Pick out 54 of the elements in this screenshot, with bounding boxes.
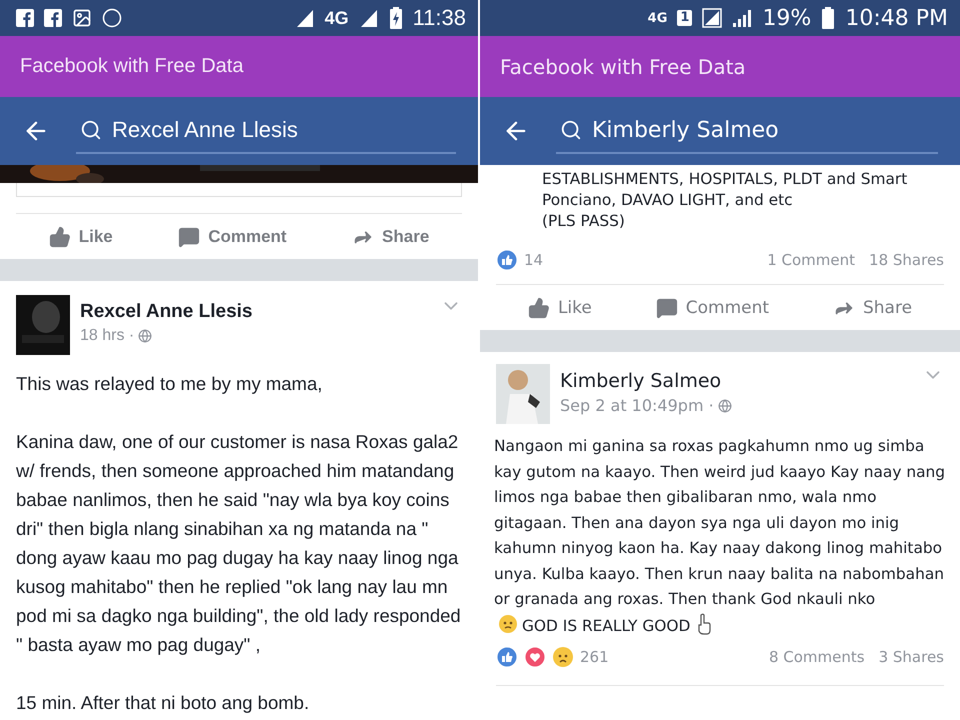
app-banner-title: Facebook with Free Data	[20, 55, 244, 78]
signal-icon	[358, 8, 379, 28]
like-reaction-icon	[496, 646, 518, 668]
battery-icon	[821, 7, 836, 29]
emoji-face-icon	[498, 614, 518, 634]
author-name[interactable]: Kimberly Salmeo	[560, 370, 912, 392]
pointing-hand-icon	[696, 612, 712, 634]
signal-icon	[294, 8, 315, 28]
comment-button[interactable]: Comment	[170, 222, 295, 252]
author-name[interactable]: Rexcel Anne Llesis	[80, 301, 430, 323]
comment-count[interactable]: 1 Comment	[767, 251, 856, 269]
speech-bubble-icon	[178, 226, 200, 248]
network-type: 4G	[648, 10, 668, 26]
clock: 11:38	[412, 5, 466, 31]
sim-indicator: 1	[677, 10, 692, 26]
image-icon	[72, 8, 92, 28]
f-square-icon	[16, 9, 34, 27]
share-button[interactable]: Share	[344, 222, 438, 252]
share-count[interactable]: 3 Shares	[878, 648, 944, 666]
share-button[interactable]: Share	[824, 292, 920, 322]
post-text: Kanina daw, one of our customer is nasa Roxas gala2 w/ frends, then someone approached him matandang babae nanlimos, then he said "nay wla bya koy coins dri" then bigla nlang sinabihan xa ng matanda na " dong ayaw kaau mo pag dugay ha kay naay linog nga kusog mahitabo" then he replied "ok lang nay lau mn pod mi sa dagko nga building", the old lady responded " basta ayaw mo pag dugay" ,	[16, 430, 462, 657]
circle-icon	[102, 8, 122, 28]
reaction-count: 261	[580, 648, 609, 666]
post-text: ESTABLISHMENTS, HOSPITALS, PLDT and Smart Ponciano, DAVAO LIGHT, and etc (PLS PASS)	[542, 169, 908, 232]
post-time: 18 hrs ·	[80, 327, 134, 345]
like-button[interactable]: Like	[40, 222, 121, 252]
post-text: 15 min. After that ni boto ang bomb.	[16, 691, 310, 715]
search-icon	[80, 119, 102, 141]
network-type: 4G	[324, 8, 349, 28]
heart-reaction-icon	[524, 646, 546, 668]
thumbs-up-icon	[48, 226, 71, 248]
post-time: Sep 2 at 10:49pm ·	[560, 396, 714, 415]
share-count[interactable]: 18 Shares	[869, 251, 944, 269]
post-text: GOD IS REALLY GOOD	[522, 616, 690, 634]
search-icon	[560, 119, 582, 141]
f-square-icon	[44, 9, 62, 27]
screen-icon	[702, 8, 722, 28]
reaction-count: 14	[524, 251, 544, 269]
like-reaction-icon	[496, 249, 518, 271]
globe-icon	[718, 398, 732, 412]
comment-count[interactable]: 8 Comments	[768, 648, 865, 666]
battery-icon	[388, 7, 403, 29]
thumbs-up-icon	[528, 296, 550, 318]
sad-reaction-icon	[552, 646, 574, 668]
comment-button[interactable]: Comment	[648, 292, 778, 322]
post-text: This was relayed to me by my mama,	[16, 372, 324, 396]
post-text: Nangaon mi ganina sa roxas pagkahumn nmo ug simba kay gutom na kaayo. Then weird jud kaayo Kay naay nang limos nga babae then gibalibaran nmo, wala nmo gitagaan. Then ana dayon sya nga uli dayon mo inig kahumn ninyog kaon ha. Kay naay dakong linog mahitabo unya. Kulba kaayo. Then krun naay balita na nabombahan or granada ang roxas. Then thank God nkauli nko	[494, 436, 946, 610]
battery-percent: 19%	[762, 6, 812, 30]
clock: 10:48 PM	[845, 6, 948, 30]
signal-icon	[732, 8, 752, 28]
app-banner-title: Facebook with Free Data	[500, 54, 746, 78]
speech-bubble-icon	[656, 296, 678, 318]
globe-icon	[138, 329, 152, 343]
like-button[interactable]: Like	[520, 292, 600, 322]
